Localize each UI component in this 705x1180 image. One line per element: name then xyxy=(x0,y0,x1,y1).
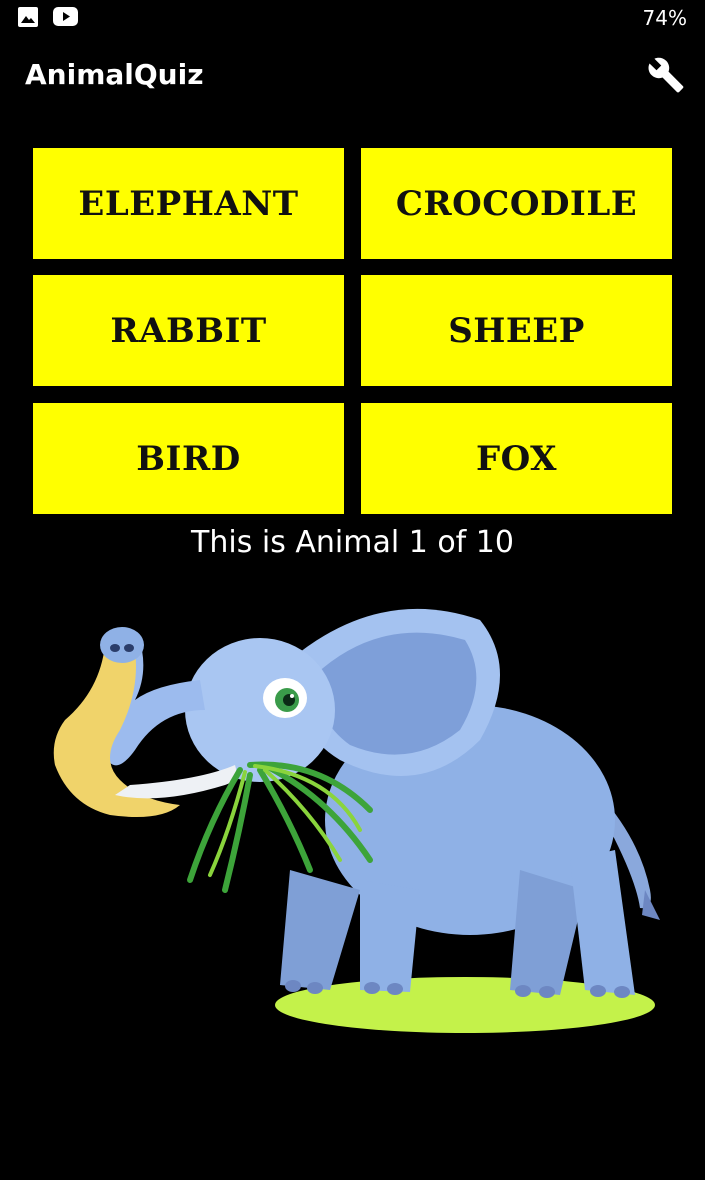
gallery-icon xyxy=(18,7,38,32)
answer-button-fox[interactable]: FOX xyxy=(361,403,672,514)
answer-grid: ELEPHANT CROCODILE RABBIT SHEEP BIRD FOX xyxy=(33,148,673,514)
answer-button-sheep[interactable]: SHEEP xyxy=(361,275,672,386)
status-bar: 74% xyxy=(0,0,705,36)
progress-text: This is Animal 1 of 10 xyxy=(191,525,514,560)
youtube-icon xyxy=(53,7,78,31)
app-bar: AnimalQuiz xyxy=(0,36,705,116)
answer-button-elephant[interactable]: ELEPHANT xyxy=(33,148,344,259)
animal-image xyxy=(40,590,680,1060)
settings-button[interactable] xyxy=(647,56,685,94)
answer-button-bird[interactable]: BIRD xyxy=(33,403,344,514)
elephant-illustration xyxy=(53,608,660,1033)
app-title: AnimalQuiz xyxy=(25,58,204,91)
answer-button-rabbit[interactable]: RABBIT xyxy=(33,275,344,386)
answer-button-crocodile[interactable]: CROCODILE xyxy=(361,148,672,259)
wrench-icon xyxy=(648,57,684,93)
battery-level: 74% xyxy=(642,6,687,30)
